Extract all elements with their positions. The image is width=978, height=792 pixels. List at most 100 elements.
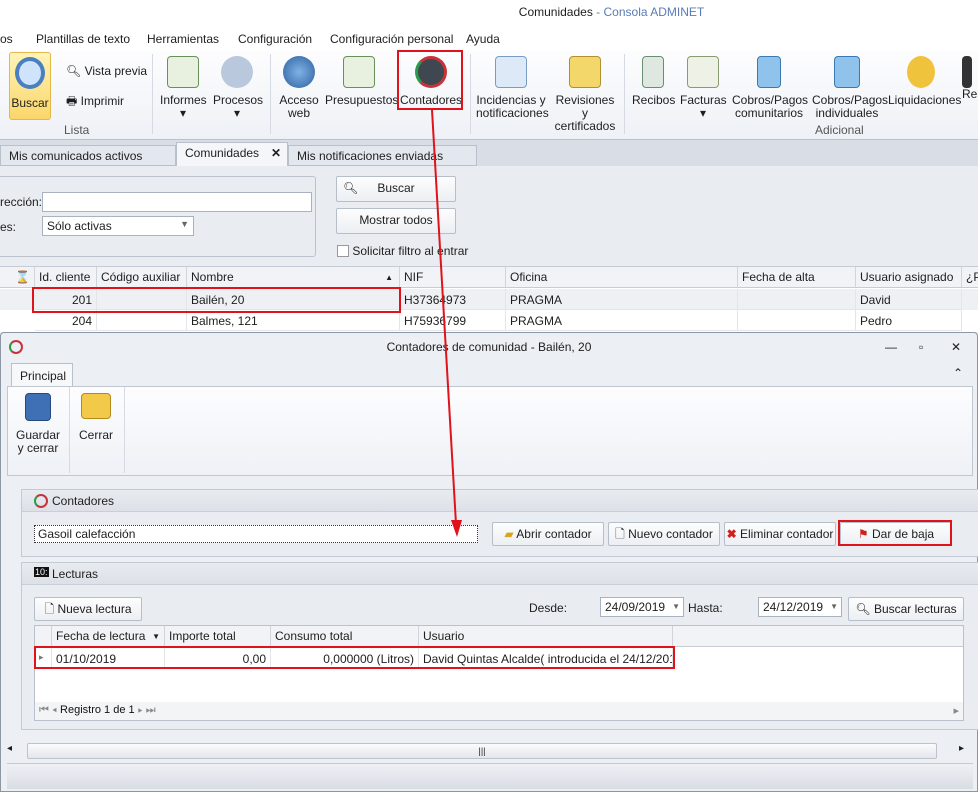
direccion-input[interactable] (42, 192, 312, 212)
close-icon[interactable]: ✕ (951, 333, 961, 361)
invoice-icon (687, 56, 719, 88)
row-indicator-header (35, 626, 52, 647)
buscar-button[interactable]: Buscar (9, 52, 51, 120)
group-adicional: Adicional (815, 123, 864, 137)
facturas-button[interactable]: Facturas ▾ (680, 56, 727, 120)
last-record-icon[interactable]: ▸ ⏭ (138, 704, 156, 716)
grid-navigator: ⏮ ◂ Registro 1 de 1 ▸ ⏭ ▸ (35, 702, 963, 720)
incidencias-button[interactable]: Incidencias y notificaciones (476, 56, 549, 120)
tab-notificaciones[interactable]: Mis notificaciones enviadas (288, 145, 477, 166)
abrir-contador-button[interactable]: ▰ Abrir contador (492, 522, 604, 546)
presupuestos-button[interactable]: Presupuestos (325, 56, 398, 107)
minimize-icon[interactable]: — (885, 333, 897, 361)
gauge-icon (9, 340, 23, 354)
menu-configuracion[interactable]: Configuración (238, 32, 312, 46)
menu-item[interactable]: os (0, 32, 13, 46)
scroll-right-icon[interactable]: ▸ (953, 704, 959, 717)
col-usuario[interactable]: Usuario (419, 626, 673, 647)
document-tabs: Mis comunicados activos Comunidades ✕ Mis… (0, 140, 978, 166)
delete-icon: ✖ (726, 527, 740, 541)
cobros-comunitarios-button[interactable]: Cobros/Pagos comunitarios (732, 56, 808, 120)
chevron-down-icon: ▼ (672, 602, 680, 611)
nueva-lectura-button[interactable]: 🗋 Nueva lectura (34, 597, 142, 621)
cerrar-button[interactable]: Cerrar (74, 393, 118, 442)
label: Imprimir (80, 94, 124, 108)
col-nombre[interactable]: Nombre ▲ (187, 267, 400, 288)
liquidaciones-button[interactable]: Liquidaciones (888, 56, 961, 107)
label: Procesos (213, 93, 264, 107)
close-icon[interactable]: ✕ (271, 146, 281, 160)
status-bar (7, 763, 973, 789)
collapse-ribbon-icon[interactable]: ⌃ (953, 366, 963, 380)
counter-icon: 10: (34, 567, 49, 577)
magnifier-icon (15, 57, 45, 89)
budget-icon (343, 56, 375, 88)
new-document-icon: 🗋 (44, 602, 58, 616)
tab-comunicados[interactable]: Mis comunicados activos (0, 145, 176, 166)
informes-button[interactable]: Informes ▾ (160, 56, 207, 120)
buscar-filter-button[interactable]: 🔍︎ Buscar (336, 176, 456, 202)
menu-ayuda[interactable]: Ayuda (466, 32, 500, 46)
col-p[interactable]: ¿P (962, 267, 978, 288)
imprimir-button[interactable]: 🖶 Imprimir (66, 95, 124, 108)
folder-open-icon: ▰ (504, 527, 517, 541)
estado-select[interactable]: Sólo activas ▼ (42, 216, 194, 236)
contador-select[interactable]: Gasoil calefacción (34, 525, 478, 543)
procesos-button[interactable]: Procesos ▾ (213, 56, 264, 120)
col-nif[interactable]: NIF (400, 267, 506, 288)
bell-icon (569, 56, 601, 88)
tab-comunidades[interactable]: Comunidades ✕ (176, 142, 288, 166)
mostrar-todos-button[interactable]: Mostrar todos (336, 208, 456, 234)
icon (962, 56, 972, 88)
desde-date[interactable]: 24/09/2019 ▼ (600, 597, 684, 617)
label: Vista previa (84, 64, 148, 78)
preview-icon: 🔍︎ (66, 64, 85, 78)
comunidades-grid: ⌛ Id. cliente Código auxiliar Nombre ▲ NI… (0, 266, 978, 332)
guardar-cerrar-button[interactable]: Guardar y cerrar (14, 393, 62, 455)
hasta-date[interactable]: 24/12/2019 ▼ (758, 597, 842, 617)
menu-plantillas[interactable]: Plantillas de texto (36, 32, 130, 46)
maximize-icon[interactable]: ▫ (919, 333, 923, 361)
col-importe[interactable]: Importe total (165, 626, 271, 647)
cobros-individuales-button[interactable]: Cobros/Pagos individuales (812, 56, 888, 120)
nuevo-contador-button[interactable]: 🗋 Nuevo contador (608, 522, 720, 546)
eliminar-contador-button[interactable]: ✖ Eliminar contador (724, 522, 836, 546)
desde-label: Desde: (529, 601, 568, 615)
menu-configuracion-personal[interactable]: Configuración personal (330, 32, 453, 46)
estado-label: es: (0, 220, 17, 234)
hourglass-icon: ⌛ (0, 267, 35, 288)
group-lista: Lista (64, 123, 90, 137)
label: Informes (160, 93, 207, 107)
tab-principal[interactable]: Principal (11, 363, 73, 387)
table-row[interactable]: 204 Balmes, 121 H75936799 PRAGMA Pedro (0, 310, 978, 331)
col-id[interactable]: Id. cliente (35, 267, 97, 288)
save-icon (25, 393, 51, 421)
vista-previa-button[interactable]: 🔍︎ Vista previa (66, 65, 147, 78)
col-codigo[interactable]: Código auxiliar (97, 267, 187, 288)
hasta-label: Hasta: (688, 601, 723, 615)
col-usuario[interactable]: Usuario asignado (856, 267, 962, 288)
col-oficina[interactable]: Oficina (506, 267, 738, 288)
panel-title: Contadores (52, 494, 115, 508)
contadores-panel: Contadores Gasoil calefacción ▰ Abrir co… (21, 489, 978, 557)
record-counter: Registro 1 de 1 (60, 704, 135, 716)
recibos-button[interactable]: Recibos (632, 56, 675, 107)
menu-herramientas[interactable]: Herramientas (147, 32, 219, 46)
col-fecha-alta[interactable]: Fecha de alta (738, 267, 856, 288)
first-record-icon[interactable]: ⏮ ◂ (39, 704, 57, 716)
solicitar-filtro-checkbox[interactable]: Solicitar filtro al entrar (337, 244, 468, 258)
col-fecha-lectura[interactable]: Fecha de lectura ▼ (52, 626, 165, 647)
settlement-icon (907, 56, 935, 88)
horizontal-scrollbar[interactable]: ◂ ||| ▸ (7, 743, 973, 759)
search-icon: 🔍︎ (855, 602, 874, 616)
receipt-icon (642, 56, 664, 88)
chevron-down-icon: ▼ (180, 219, 189, 229)
search-icon: 🔍︎ (343, 181, 359, 195)
col-consumo[interactable]: Consumo total (271, 626, 419, 647)
acceso-web-button[interactable]: Acceso web (278, 56, 320, 120)
revisiones-button[interactable]: Revisiones y certificados (552, 56, 618, 133)
chevron-down-icon: ▼ (830, 602, 838, 611)
buscar-lecturas-button[interactable]: 🔍︎ Buscar lecturas (848, 597, 964, 621)
gauge-icon (34, 494, 48, 508)
re-button[interactable]: Re (962, 56, 978, 101)
